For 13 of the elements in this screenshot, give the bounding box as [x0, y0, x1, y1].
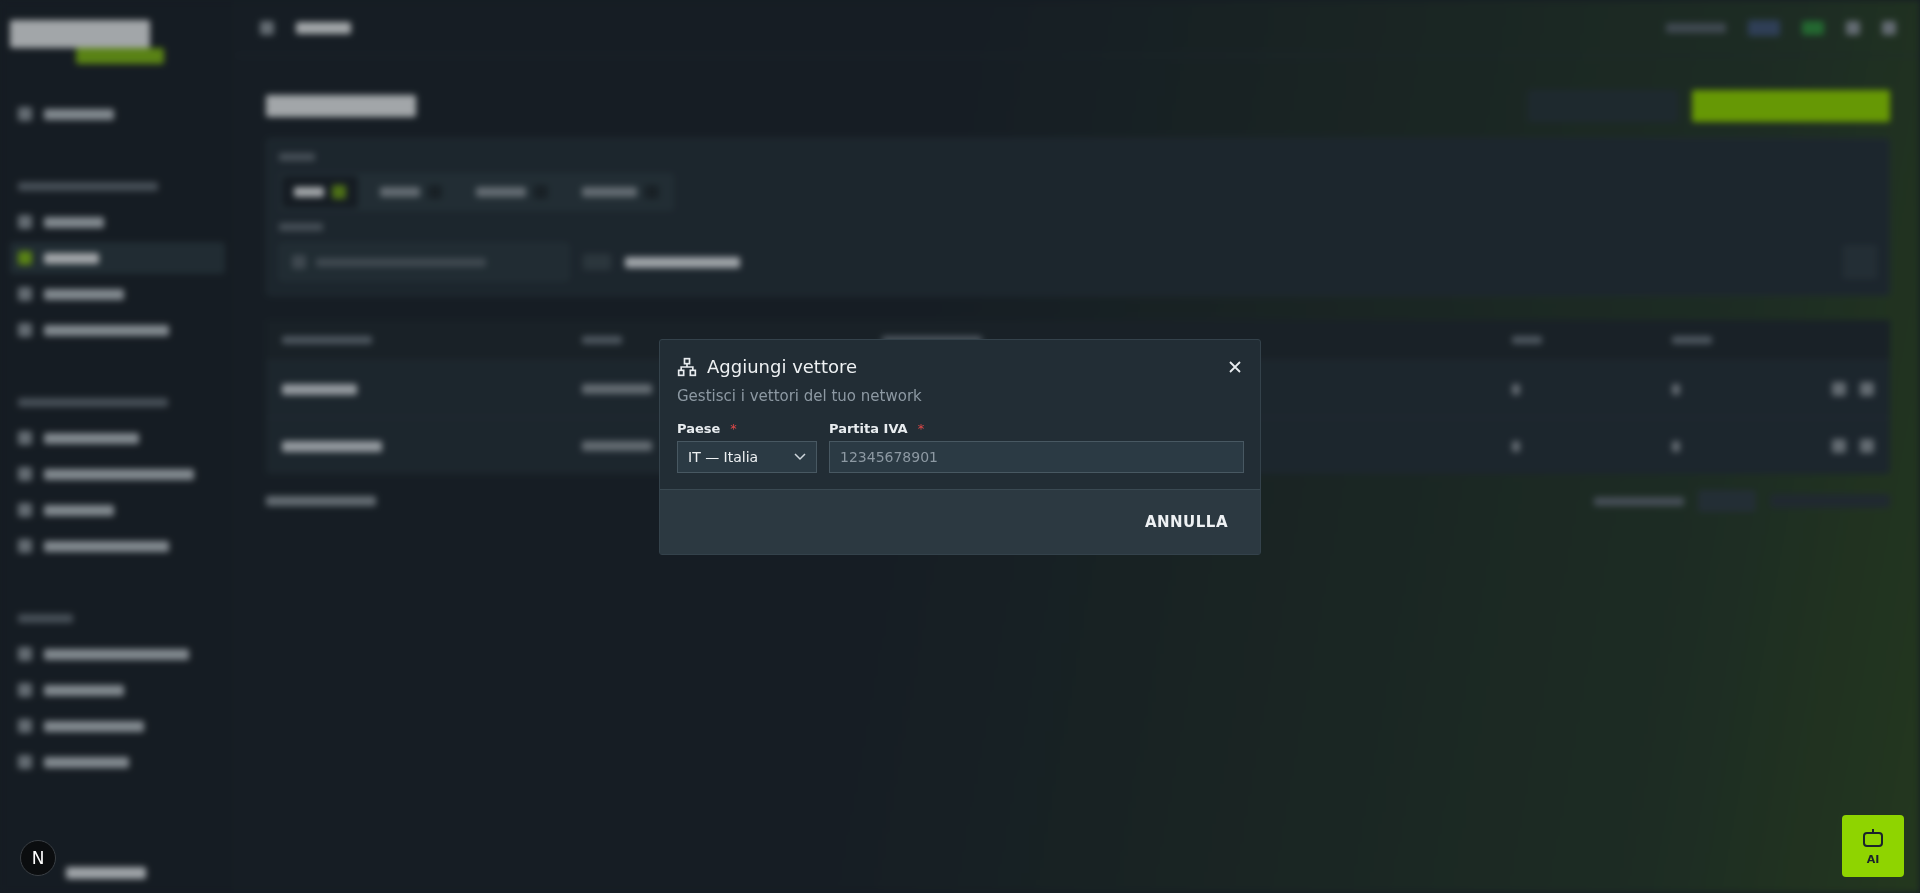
- dialog-subtitle: Gestisci i vettori del tuo network: [677, 387, 923, 405]
- chevron-down-icon: [794, 453, 806, 461]
- ai-button[interactable]: AI: [1842, 815, 1904, 877]
- country-select[interactable]: IT — Italia: [677, 441, 817, 473]
- required-mark: *: [917, 421, 925, 436]
- robot-icon: [1861, 826, 1885, 849]
- cancel-button[interactable]: ANNULLA: [1138, 512, 1234, 532]
- required-mark: *: [730, 421, 737, 436]
- field-label: Partita IVA: [829, 421, 908, 436]
- network-icon: [677, 356, 697, 377]
- vat-number-field[interactable]: 12345678901: [829, 441, 1244, 473]
- field-label: Paese: [677, 421, 721, 436]
- dialog-title: Aggiungi vettore: [707, 356, 858, 377]
